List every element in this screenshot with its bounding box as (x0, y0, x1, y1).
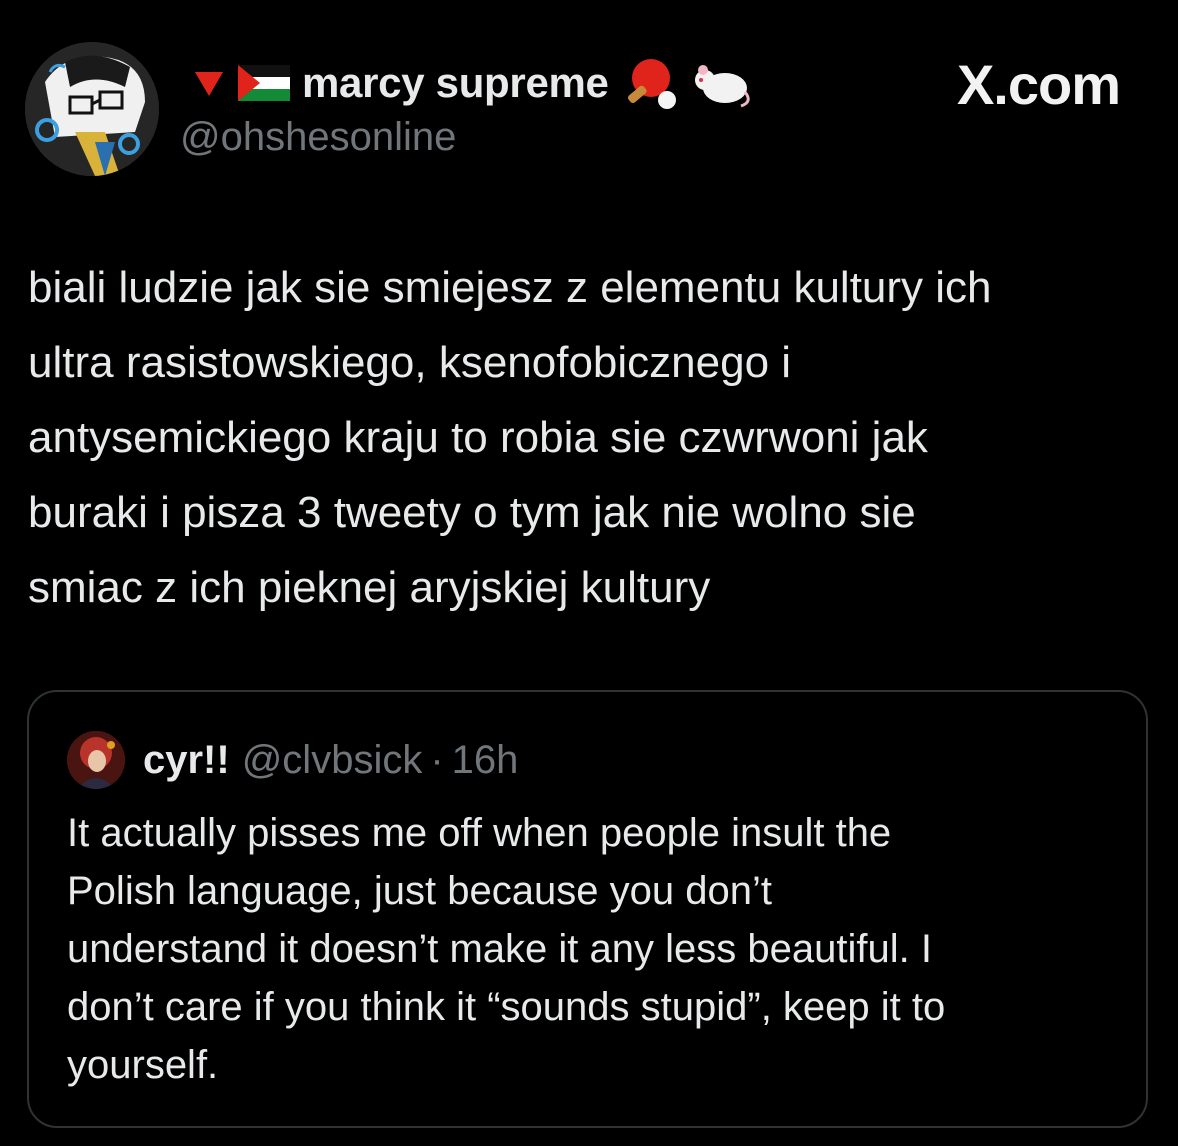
rat-icon (694, 65, 750, 108)
author-avatar[interactable] (25, 42, 159, 176)
quoted-avatar-portrait-icon (67, 731, 125, 789)
quoted-post-header: cyr!! @clvbsick · 16h (67, 731, 519, 789)
quoted-author-handle[interactable]: @clvbsick (242, 738, 423, 783)
quoted-text-line: understand it doesn’t make it any less b… (67, 927, 932, 971)
post-text-line: smiac z ich pieknej aryjskiej kultury (28, 563, 711, 612)
quoted-text-line: don’t care if you think it “sounds stupi… (67, 985, 946, 1029)
post-text-line: biali ludzie jak sie smiejesz z elementu… (28, 263, 992, 312)
quoted-post-text: It actually pisses me off when people in… (67, 804, 1127, 1094)
site-logo: X.com (956, 53, 1121, 116)
author-display-name[interactable]: marcy supreme (302, 59, 609, 107)
separator-dot: · (430, 737, 444, 782)
quoted-text-line: yourself. (67, 1043, 219, 1087)
quoted-text-line: It actually pisses me off when people in… (67, 811, 892, 855)
red-triangle-down-icon (195, 72, 223, 96)
post-text-line: ultra rasistowskiego, ksenofobicznego i (28, 338, 792, 387)
post-text: biali ludzie jak sie smiejesz z elementu… (28, 250, 1158, 625)
quoted-post-time[interactable]: 16h (452, 738, 519, 783)
post-text-line: buraki i pisza 3 tweety o tym jak nie wo… (28, 488, 916, 537)
post-text-line: antysemickiego kraju to robia sie czwrwo… (28, 413, 928, 462)
quoted-post-card[interactable]: cyr!! @clvbsick · 16h It actually pisses… (27, 690, 1148, 1128)
author-handle[interactable]: @ohshesonline (180, 115, 456, 160)
author-name-row: marcy supreme (192, 59, 753, 109)
quoted-author-avatar[interactable] (67, 731, 125, 789)
palestine-flag-icon (238, 65, 290, 101)
ping-pong-icon (627, 59, 676, 109)
avatar-drawing-icon (25, 42, 159, 176)
quoted-text-line: Polish language, just because you don’t (67, 869, 772, 913)
quoted-author-name[interactable]: cyr!! (143, 738, 230, 783)
